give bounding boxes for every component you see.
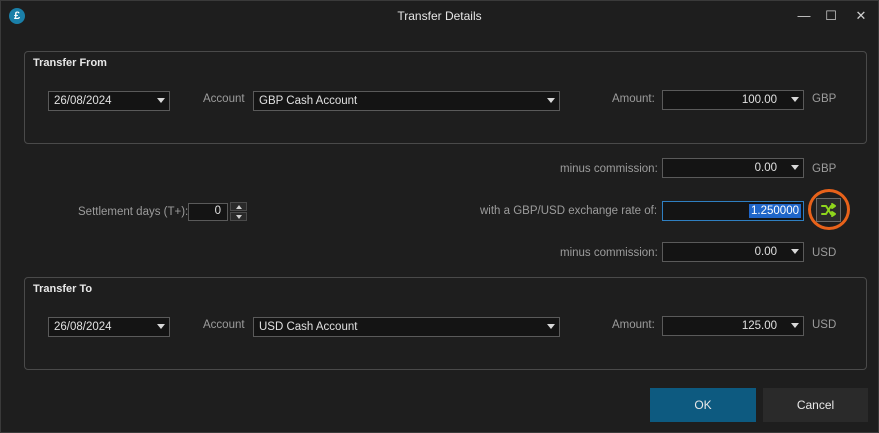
- to-account-select[interactable]: USD Cash Account: [253, 317, 560, 337]
- chevron-down-icon: [791, 323, 799, 328]
- to-account-label: Account: [203, 319, 245, 331]
- maximize-button[interactable]: ☐: [822, 7, 840, 25]
- from-account-select[interactable]: GBP Cash Account: [253, 91, 560, 111]
- from-currency: GBP: [812, 93, 837, 105]
- from-amount-input[interactable]: 100.00: [662, 90, 804, 110]
- spin-down-button[interactable]: [230, 212, 247, 221]
- spin-up-button[interactable]: [230, 202, 247, 211]
- settlement-days-value: 0: [214, 205, 221, 217]
- settlement-days-input[interactable]: 0: [188, 203, 228, 221]
- settlement-spinner: [230, 202, 247, 221]
- commission-to-currency: USD: [812, 247, 837, 259]
- to-date-value: 26/08/2024: [54, 321, 112, 333]
- commission-from-currency: GBP: [812, 163, 837, 175]
- window-title: Transfer Details: [397, 9, 482, 23]
- exchange-rate-label: with a GBP/USD exchange rate of:: [480, 205, 658, 217]
- to-amount-label: Amount:: [612, 319, 655, 331]
- chevron-down-icon: [157, 324, 165, 329]
- from-amount-value: 100.00: [741, 94, 777, 106]
- commission-to-input[interactable]: 0.00: [662, 242, 804, 262]
- chevron-down-icon: [547, 324, 555, 329]
- to-amount-value: 125.00: [741, 320, 777, 332]
- to-currency: USD: [812, 319, 837, 331]
- minimize-button[interactable]: —: [795, 7, 813, 25]
- ok-button[interactable]: OK: [650, 388, 756, 422]
- from-account-value: GBP Cash Account: [259, 95, 358, 107]
- swap-currency-button[interactable]: [816, 198, 841, 222]
- exchange-rate-value: 1.250000: [749, 204, 801, 218]
- settlement-days-label: Settlement days (T+):: [78, 206, 189, 218]
- chevron-down-icon: [791, 165, 799, 170]
- chevron-down-icon: [157, 98, 165, 103]
- chevron-down-icon: [791, 97, 799, 102]
- commission-to-label: minus commission:: [560, 247, 658, 259]
- close-button[interactable]: ✕: [852, 7, 870, 25]
- commission-from-input[interactable]: 0.00: [662, 158, 804, 178]
- commission-from-value: 0.00: [754, 162, 777, 174]
- commission-to-value: 0.00: [754, 246, 777, 258]
- transfer-from-heading: Transfer From: [33, 57, 107, 69]
- exchange-rate-input[interactable]: 1.250000: [662, 201, 804, 221]
- cancel-button[interactable]: Cancel: [763, 388, 868, 422]
- swap-arrows-icon: [821, 203, 836, 217]
- chevron-down-icon: [791, 249, 799, 254]
- to-date-picker[interactable]: 26/08/2024: [48, 317, 170, 337]
- title-bar: £ Transfer Details — ☐ ✕: [1, 1, 878, 32]
- from-amount-label: Amount:: [612, 93, 655, 105]
- from-date-value: 26/08/2024: [54, 95, 112, 107]
- from-account-label: Account: [203, 93, 245, 105]
- transfer-details-window: £ Transfer Details — ☐ ✕ Transfer From 2…: [0, 0, 879, 433]
- chevron-down-icon: [547, 98, 555, 103]
- commission-from-label: minus commission:: [560, 163, 658, 175]
- to-amount-input[interactable]: 125.00: [662, 316, 804, 336]
- to-account-value: USD Cash Account: [259, 321, 358, 333]
- from-date-picker[interactable]: 26/08/2024: [48, 91, 170, 111]
- transfer-to-heading: Transfer To: [33, 283, 93, 295]
